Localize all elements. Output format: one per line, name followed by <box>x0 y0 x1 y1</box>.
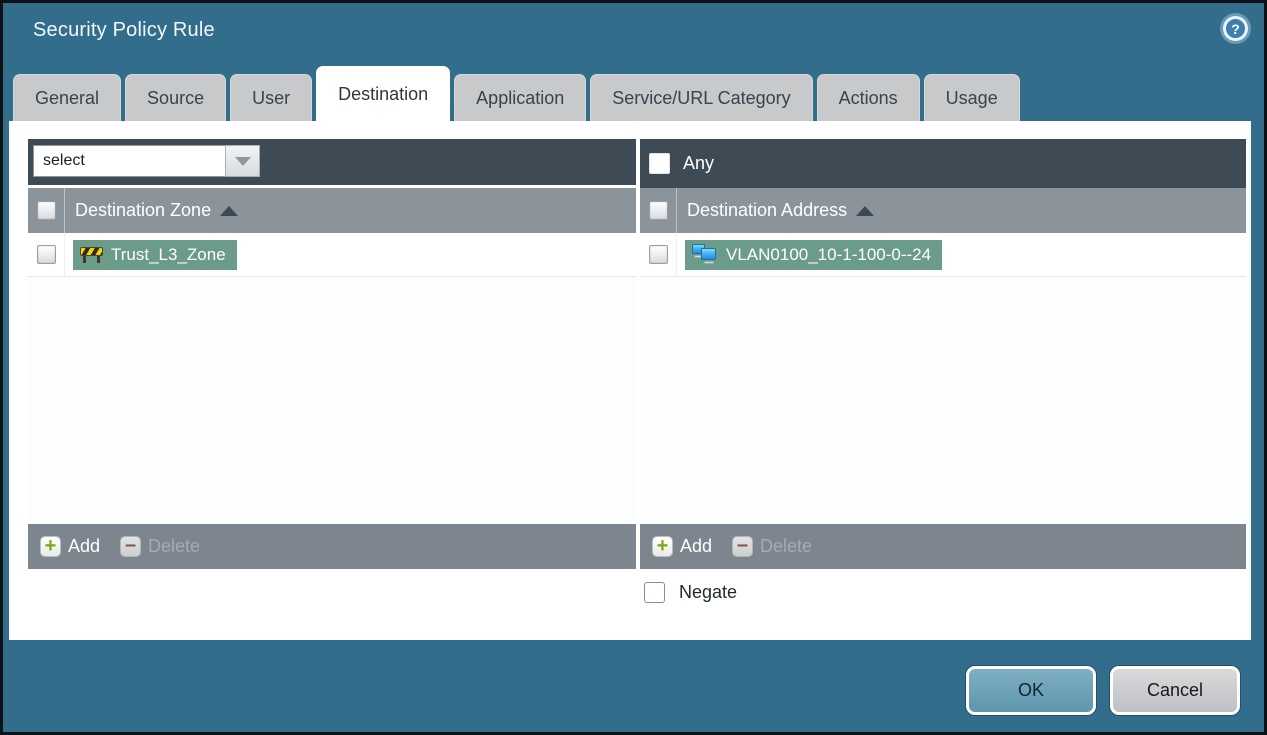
tab-actions[interactable]: Actions <box>816 74 920 121</box>
network-address-icon <box>692 244 718 265</box>
minus-icon <box>120 536 142 557</box>
security-policy-rule-dialog: Security Policy Rule General Source User… <box>0 0 1267 735</box>
zone-row[interactable]: Trust_L3_Zone <box>28 233 636 277</box>
chevron-down-icon <box>234 156 251 166</box>
negate-label: Negate <box>679 582 738 602</box>
any-label: Any <box>683 153 715 173</box>
zone-barrier-icon <box>80 246 103 263</box>
address-item-vlan0100[interactable]: VLAN0100_10-1-100-0--24 <box>685 239 943 270</box>
zone-column-header-label[interactable]: Destination Zone <box>65 188 239 233</box>
zone-select-bar <box>28 139 636 185</box>
zone-add-button[interactable]: Add <box>40 536 100 557</box>
address-footer-bar: Add Delete <box>640 524 1246 569</box>
address-select-all-checkbox[interactable] <box>648 201 668 220</box>
address-column-header-label[interactable]: Destination Address <box>677 188 875 233</box>
negate-checkbox[interactable] <box>644 582 665 603</box>
address-row[interactable]: VLAN0100_10-1-100-0--24 <box>640 233 1246 277</box>
zone-select-control <box>33 145 260 177</box>
address-list: VLAN0100_10-1-100-0--24 <box>640 233 1246 524</box>
tab-source[interactable]: Source <box>125 74 227 121</box>
any-checkbox[interactable] <box>649 153 670 174</box>
zone-select-input[interactable] <box>33 145 225 177</box>
zone-select-dropdown-button[interactable] <box>225 145 260 177</box>
zone-select-all-checkbox[interactable] <box>36 201 56 220</box>
destination-zone-panel: Destination Zone Trust_L3_Zone <box>28 139 636 569</box>
tab-bar: General Source User Destination Applicat… <box>13 66 1020 121</box>
zone-column-header: Destination Zone <box>28 188 636 233</box>
address-column-header: Destination Address <box>640 188 1246 233</box>
plus-icon <box>40 536 61 557</box>
tab-application[interactable]: Application <box>454 74 587 121</box>
zone-item-trust-l3-zone[interactable]: Trust_L3_Zone <box>73 239 237 270</box>
tab-service-url-category[interactable]: Service/URL Category <box>590 74 813 121</box>
dialog-title: Security Policy Rule <box>33 19 215 41</box>
zone-footer-bar: Add Delete <box>28 524 636 569</box>
sort-ascending-icon <box>856 205 875 216</box>
zone-delete-button[interactable]: Delete <box>120 536 200 557</box>
zone-row-checkbox[interactable] <box>36 245 56 264</box>
plus-icon <box>652 536 673 557</box>
negate-control: Negate <box>644 582 737 603</box>
cancel-button[interactable]: Cancel <box>1110 666 1240 715</box>
minus-icon <box>732 536 754 557</box>
sort-ascending-icon <box>220 205 239 216</box>
address-any-bar: Any <box>640 139 1246 188</box>
destination-address-panel: Any Destination Address VLAN0100_10-1-10… <box>640 139 1246 569</box>
tab-destination[interactable]: Destination <box>316 66 451 121</box>
tab-user[interactable]: User <box>230 74 313 121</box>
help-icon[interactable] <box>1223 16 1248 41</box>
zone-list: Trust_L3_Zone <box>28 233 636 524</box>
ok-button[interactable]: OK <box>966 666 1096 715</box>
address-add-button[interactable]: Add <box>652 536 712 557</box>
tab-general[interactable]: General <box>13 74 122 121</box>
tab-usage[interactable]: Usage <box>923 74 1020 121</box>
address-delete-button[interactable]: Delete <box>732 536 812 557</box>
address-row-checkbox[interactable] <box>648 245 668 264</box>
destination-tab-content: Destination Zone Trust_L3_Zone <box>9 121 1251 640</box>
